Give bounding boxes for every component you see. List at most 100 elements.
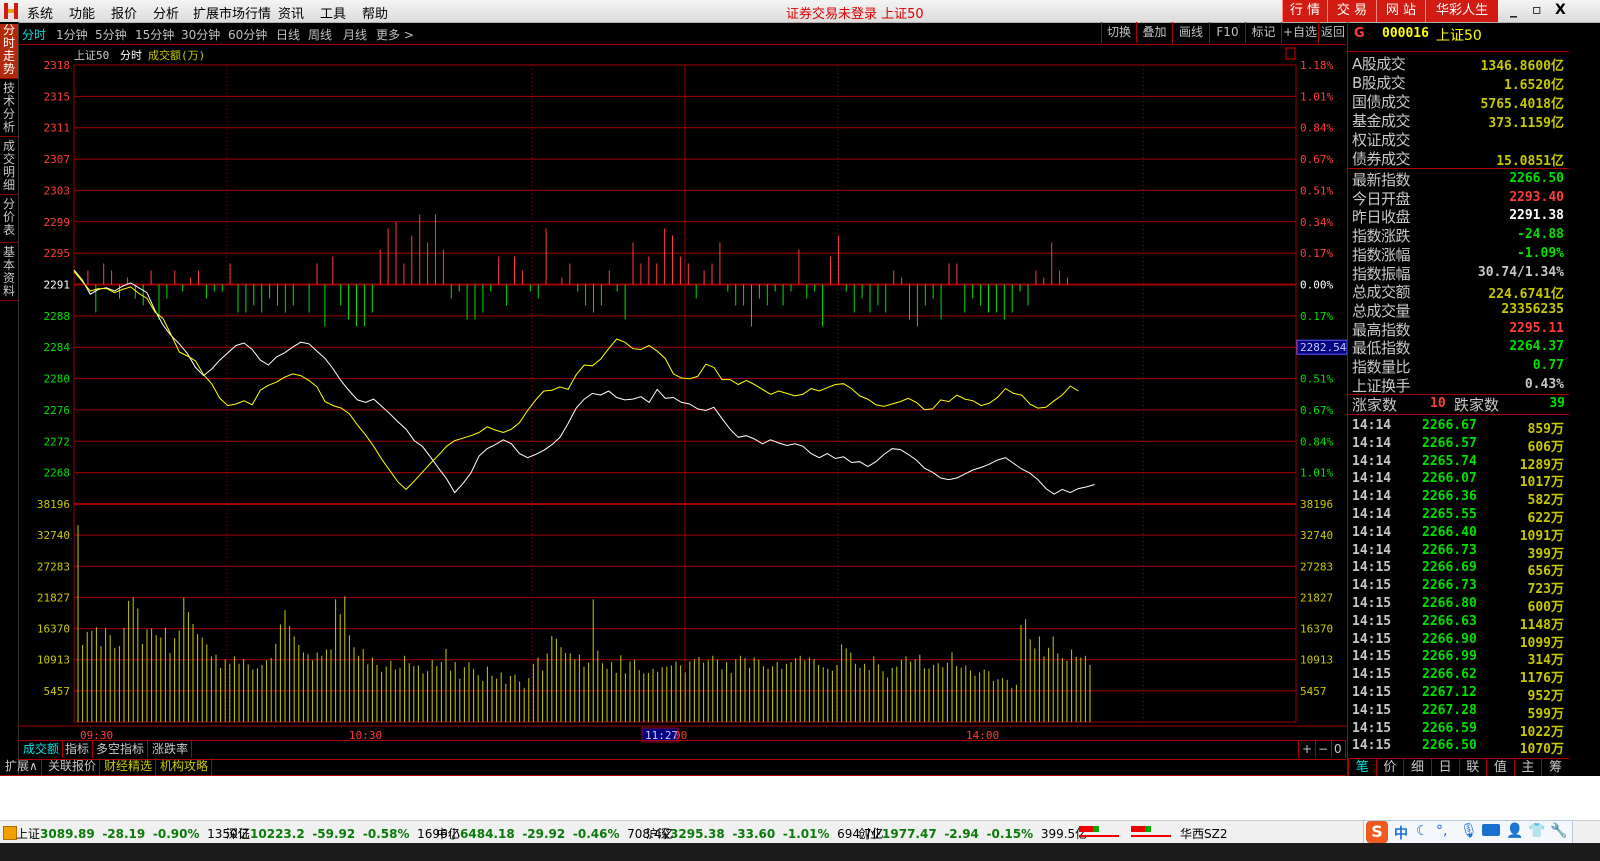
tab-weekly[interactable]: 周线 — [308, 26, 332, 43]
tick-row: 14:15 2266.90 1099万 — [1350, 632, 1566, 651]
pct-tick-label: 0.17% — [1300, 247, 1333, 260]
tick-row: 14:15 2266.59 1022万 — [1350, 721, 1566, 740]
add-watchlist-button[interactable]: +自选 — [1281, 22, 1318, 43]
ime-mode-toggle[interactable]: 中 — [1394, 823, 1408, 843]
tab-turnover[interactable]: 成交额 — [20, 741, 64, 758]
menu-quote[interactable]: 报价 — [111, 3, 137, 22]
f10-button[interactable]: F10 — [1209, 22, 1245, 43]
tab-institution-strategy[interactable]: 机构攻略 — [157, 758, 213, 775]
menu-function[interactable]: 功能 — [69, 3, 95, 22]
menu-news[interactable]: 资讯 — [278, 3, 304, 22]
vtab-technical[interactable]: 技术分析 — [0, 82, 18, 137]
website-button[interactable]: 网 站 — [1376, 0, 1425, 22]
pct-tick-label: 1.01% — [1300, 467, 1333, 480]
tab-1min[interactable]: 1分钟 — [56, 26, 88, 43]
tab-60min[interactable]: 60分钟 — [228, 26, 267, 43]
tab-extend[interactable]: 扩展∧ — [2, 758, 42, 775]
tab-5min[interactable]: 5分钟 — [95, 26, 127, 43]
shirt-icon[interactable]: 👕 — [1528, 823, 1545, 839]
title-bar: 系统 功能 报价 分析 扩展市场行情 资讯 工具 帮助 证券交易未登录 上证50… — [0, 0, 1600, 23]
quote-button[interactable]: 行 情 — [1282, 0, 1327, 22]
menu-tools[interactable]: 工具 — [320, 3, 346, 22]
chart-indicator: 成交额(万) — [148, 48, 205, 62]
mark-button[interactable]: 标记 — [1245, 22, 1281, 43]
tab-daily[interactable]: 日线 — [276, 26, 300, 43]
status-index[interactable]: 深证10223.2 -59.92 -0.58% 1696亿 — [226, 825, 460, 842]
status-index[interactable]: 沪深3295.38 -33.60 -1.01% 694.7亿 — [646, 825, 884, 842]
status-index[interactable]: 中小6484.18 -29.92 -0.46% 708.4亿 — [436, 825, 674, 842]
punct-icon[interactable]: °, — [1436, 823, 1447, 839]
zoom-out-button[interactable]: − — [1315, 741, 1333, 758]
tab-finance-picks[interactable]: 财经精选 — [101, 758, 157, 775]
zoom-reset-button[interactable]: 0 — [1331, 741, 1346, 758]
close-button[interactable]: X — [1555, 2, 1566, 18]
price-tick-label: 2284 — [44, 341, 71, 354]
volume-tick-label: 5457 — [44, 685, 71, 698]
left-view-tabs: 分时走势 技术分析 成交明细 分价表 基本资料 — [0, 22, 19, 778]
draw-line-button[interactable]: 画线 — [1172, 22, 1209, 43]
market-breadth-icon — [1076, 824, 1176, 840]
tab-30min[interactable]: 30分钟 — [181, 26, 220, 43]
up-count: 10 — [1430, 396, 1446, 411]
right-tab[interactable]: 主 — [1513, 759, 1542, 777]
panel-toggle-icon[interactable] — [1285, 47, 1296, 60]
tab-intraday[interactable]: 分时 — [22, 26, 46, 43]
vtab-trade-detail[interactable]: 成交明细 — [0, 140, 18, 195]
tick-row: 14:15 2266.62 1176万 — [1350, 667, 1566, 686]
pct-tick-label: 0.51% — [1300, 184, 1333, 197]
volume-tick-label: 5457 — [1300, 685, 1327, 698]
status-index[interactable]: 创业1977.47 -2.94 -0.15% 399.5亿 — [858, 825, 1087, 842]
right-tab[interactable]: 值 — [1486, 759, 1514, 777]
server-name[interactable]: 华西SZ2 — [1180, 825, 1227, 842]
right-tab[interactable]: 联 — [1458, 759, 1487, 777]
tab-related-quotes[interactable]: 关联报价 — [45, 758, 101, 775]
intraday-chart[interactable]: 2318 1.18% 2315 1.01% 2311 0.84% 2307 0.67% 2303… — [18, 44, 1349, 744]
wrench-icon[interactable]: 🔧 — [1550, 823, 1567, 839]
menu-system[interactable]: 系统 — [27, 3, 53, 22]
turnover-label: 国债成交 — [1352, 93, 1411, 111]
tick-volume: 1017万 — [1519, 475, 1564, 491]
restore-panel-icon[interactable] — [3, 826, 17, 840]
chart-canvas[interactable]: 2318 1.18% 2315 1.01% 2311 0.84% 2307 0.67% 2303… — [18, 44, 1349, 744]
trade-button[interactable]: 交 易 — [1327, 0, 1376, 22]
vtab-price-table[interactable]: 分价表 — [0, 198, 18, 243]
tab-monthly[interactable]: 月线 — [343, 26, 367, 43]
price-tick-label: 2268 — [44, 467, 71, 480]
user-icon[interactable]: 👤 — [1506, 823, 1523, 839]
vtab-intraday[interactable]: 分时走势 — [0, 24, 18, 79]
zoom-in-button[interactable]: + — [1298, 741, 1317, 758]
status-index[interactable]: 上证3089.89 -28.19 -0.90% 1350亿 — [16, 825, 250, 842]
vtab-fundamentals[interactable]: 基本资料 — [0, 246, 18, 301]
right-tab[interactable]: 细 — [1403, 759, 1431, 777]
tick-volume: 1022万 — [1519, 724, 1564, 740]
right-tab[interactable]: 日 — [1430, 759, 1459, 777]
ime-toolbar[interactable]: S 中 ☾ °, 🎙 👤 👕 🔧 — [1363, 820, 1573, 845]
avg-line — [73, 271, 1079, 491]
right-tab[interactable]: 筹 — [1541, 759, 1569, 777]
back-button[interactable]: 返回 — [1318, 22, 1347, 43]
price-tick-label: 2299 — [44, 216, 71, 229]
index-change: -59.92 — [312, 827, 356, 841]
switch-button[interactable]: 切换 — [1101, 22, 1136, 43]
huacai-life-button[interactable]: 华彩人生 — [1425, 0, 1498, 22]
tick-list[interactable]: 14:14 2266.67 859万 14:14 2266.57 606万 14:14 226… — [1348, 415, 1569, 757]
right-tab[interactable]: 价 — [1375, 759, 1404, 777]
restore-button[interactable]: ▫ — [1532, 2, 1542, 18]
keyboard-icon[interactable] — [1482, 824, 1500, 836]
menu-help[interactable]: 帮助 — [362, 3, 388, 22]
pct-tick-label: 0.67% — [1300, 404, 1333, 417]
tick-volume: 622万 — [1527, 511, 1564, 526]
sogou-logo-icon[interactable]: S — [1366, 821, 1388, 843]
tab-15min[interactable]: 15分钟 — [135, 26, 174, 43]
menu-extended-market[interactable]: 扩展市场行情 — [193, 3, 271, 22]
moon-icon[interactable]: ☾ — [1416, 823, 1429, 839]
tab-adv-decl[interactable]: 涨跌率 — [149, 741, 193, 758]
tab-more[interactable]: 更多 > — [376, 26, 414, 43]
minimize-button[interactable]: _ — [1510, 2, 1517, 18]
right-tab[interactable]: 笔 — [1348, 759, 1376, 777]
tab-indicator[interactable]: 指标 — [62, 741, 94, 758]
tab-long-short[interactable]: 多空指标 — [93, 741, 149, 758]
overlay-button[interactable]: 叠加 — [1136, 22, 1172, 43]
menu-analysis[interactable]: 分析 — [153, 3, 179, 22]
mic-icon[interactable]: 🎙 — [1460, 823, 1478, 839]
